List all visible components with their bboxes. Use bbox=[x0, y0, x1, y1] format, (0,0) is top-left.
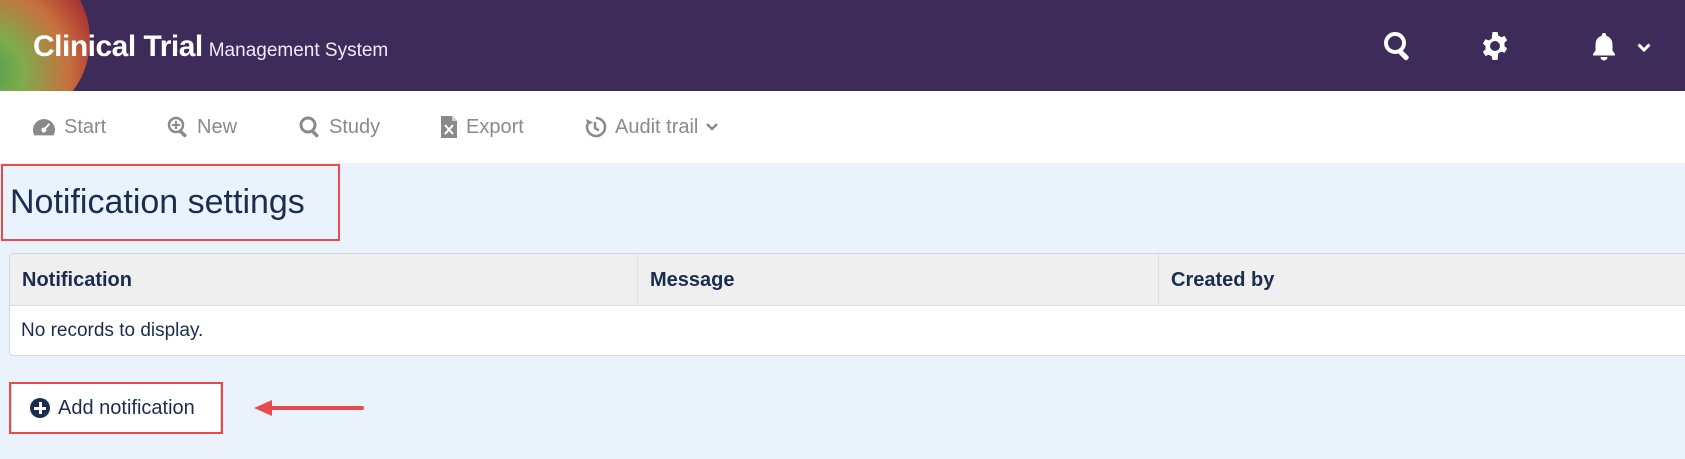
toolbar-audit-trail[interactable]: Audit trail bbox=[585, 113, 719, 141]
app-header: Clinical Trial Management System bbox=[0, 0, 1685, 91]
gear-icon[interactable] bbox=[1477, 28, 1513, 64]
add-button-highlight-box bbox=[9, 382, 223, 434]
chevron-down-icon[interactable] bbox=[1637, 40, 1651, 58]
toolbar-start[interactable]: Start bbox=[32, 113, 106, 141]
toolbar-study-label: Study bbox=[329, 115, 381, 138]
toolbar-start-label: Start bbox=[64, 115, 107, 138]
bell-icon[interactable] bbox=[1586, 28, 1622, 64]
brand-subtitle: Management System bbox=[208, 40, 389, 61]
brand-title: Clinical Trial bbox=[33, 30, 203, 63]
toolbar-export[interactable]: Export bbox=[440, 113, 524, 141]
column-header-created-by[interactable]: Created by bbox=[1159, 254, 1685, 306]
toolbar-study[interactable]: Study bbox=[299, 113, 380, 141]
title-highlight-box bbox=[1, 164, 340, 241]
app-brand[interactable]: Clinical Trial Management System bbox=[33, 30, 388, 64]
zoom-plus-icon bbox=[167, 116, 187, 138]
search-icon[interactable] bbox=[1380, 28, 1416, 64]
toolbar-export-label: Export bbox=[466, 115, 524, 138]
search-icon bbox=[299, 116, 319, 138]
toolbar-new[interactable]: New bbox=[167, 113, 237, 141]
chevron-down-icon bbox=[706, 123, 719, 131]
main-toolbar: Start New Study Export Audit trail bbox=[0, 91, 1685, 163]
notifications-table: Notification Message Created by No recor… bbox=[9, 253, 1685, 356]
column-header-message[interactable]: Message bbox=[638, 254, 1159, 306]
annotation-arrow-icon bbox=[254, 400, 364, 416]
gauge-icon bbox=[33, 119, 56, 136]
empty-table-message: No records to display. bbox=[21, 320, 204, 341]
table-header: Notification Message Created by bbox=[10, 254, 1685, 306]
excel-file-icon bbox=[441, 116, 457, 138]
toolbar-new-label: New bbox=[197, 115, 238, 138]
history-icon bbox=[585, 116, 607, 138]
toolbar-audit-trail-label: Audit trail bbox=[615, 115, 699, 138]
column-header-notification[interactable]: Notification bbox=[10, 254, 638, 306]
